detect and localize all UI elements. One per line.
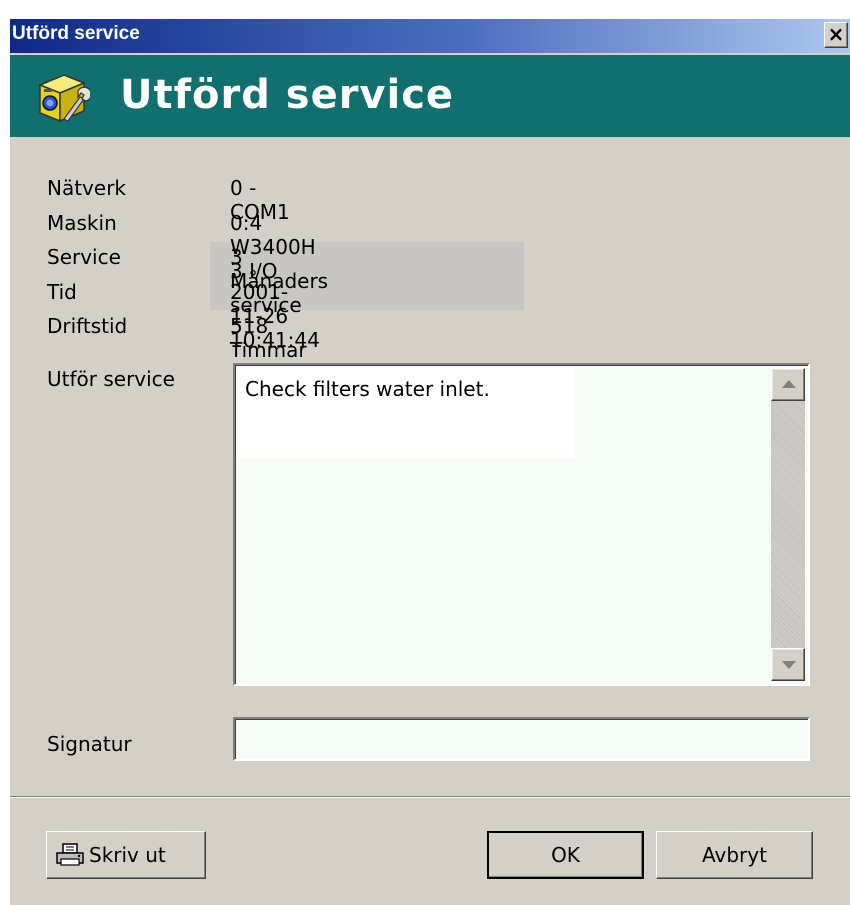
service-text-content: Check filters water inlet. bbox=[245, 377, 490, 401]
divider bbox=[10, 796, 850, 798]
title-bar[interactable]: Utförd service × bbox=[10, 19, 850, 53]
info-label: Tid bbox=[47, 279, 77, 304]
close-icon: × bbox=[827, 22, 845, 46]
printer-icon bbox=[56, 843, 84, 866]
signature-label: Signatur bbox=[47, 732, 132, 756]
service-text-label: Utför service bbox=[47, 367, 175, 391]
info-value: 518 Timmar bbox=[230, 314, 307, 362]
info-label: Service bbox=[47, 245, 121, 269]
print-button-label: Skriv ut bbox=[89, 843, 166, 867]
arrow-up-icon bbox=[782, 380, 796, 388]
signature-input[interactable] bbox=[233, 717, 810, 761]
window-title: Utförd service bbox=[12, 23, 140, 44]
dialog-window: Utförd service × Utförd service Nätverk … bbox=[10, 19, 850, 905]
header-banner: Utförd service bbox=[10, 55, 850, 137]
info-label: Driftstid bbox=[47, 314, 128, 338]
info-label: Maskin bbox=[47, 210, 117, 235]
vertical-scrollbar[interactable] bbox=[771, 368, 805, 681]
close-button[interactable]: × bbox=[824, 22, 848, 48]
scroll-down-button[interactable] bbox=[771, 648, 805, 681]
cancel-button[interactable]: Avbryt bbox=[656, 831, 813, 879]
washing-machine-wrench-icon bbox=[38, 74, 90, 123]
service-textarea[interactable]: Check filters water inlet. bbox=[233, 363, 810, 686]
scroll-up-button[interactable] bbox=[771, 368, 805, 401]
dialog-heading: Utförd service bbox=[120, 72, 455, 118]
ok-button[interactable]: OK bbox=[487, 831, 644, 879]
print-button[interactable]: Skriv ut bbox=[46, 831, 206, 879]
info-label: Nätverk bbox=[47, 176, 127, 200]
arrow-down-icon bbox=[782, 661, 796, 669]
